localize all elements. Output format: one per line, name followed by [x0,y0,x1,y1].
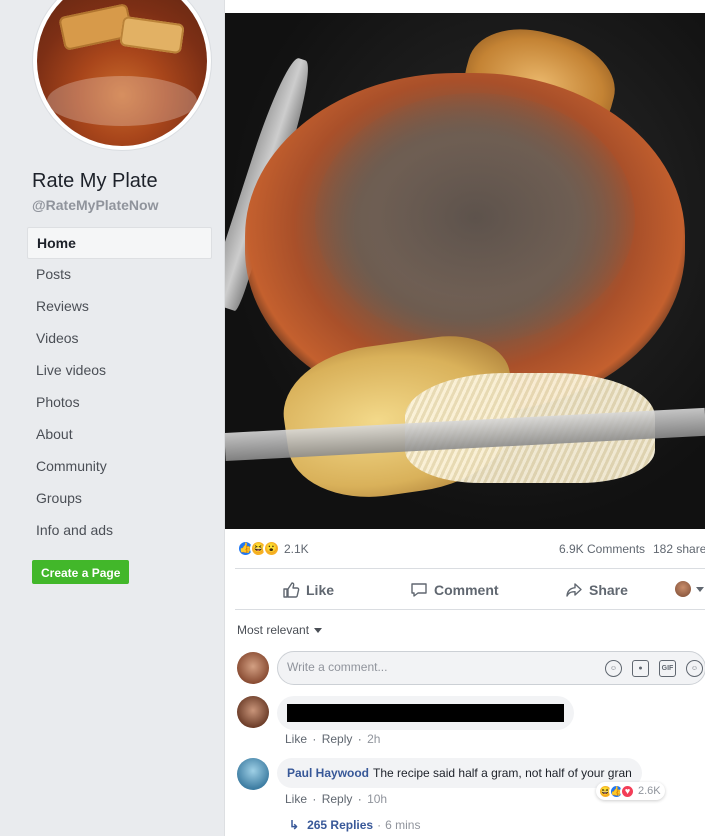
nav-item-reviews[interactable]: Reviews [27,291,212,323]
comment-input-box[interactable]: ☺ ● GIF ☺ [277,651,705,685]
reaction-count: 2.1K [284,541,309,556]
nav-item-posts[interactable]: Posts [27,259,212,291]
camera-icon[interactable]: ● [632,660,649,677]
profile-photo [37,0,207,146]
share-button[interactable]: Share [565,581,628,599]
comment-reply-link[interactable]: Reply [322,732,353,746]
shares-count[interactable]: 182 share [653,542,705,556]
gif-icon[interactable]: GIF [659,660,676,677]
comment-bubble-icon [411,583,427,597]
post-stats: 👍 😆 😮 2.1K 6.9K Comments 182 share [225,538,705,560]
viewer-avatar [675,581,691,597]
wow-icon: 😮 [263,540,280,557]
nav-item-groups[interactable]: Groups [27,483,212,515]
post-action-bar: Like Comment Share [235,568,705,610]
comment-bubble [277,696,574,730]
comment-text: The recipe said half a gram, not half of… [373,766,632,780]
chevron-down-icon [696,586,704,592]
nav-item-photos[interactable]: Photos [27,387,212,419]
emoji-icon[interactable]: ☺ [605,660,622,677]
page-nav: Home Posts Reviews Videos Live videos Ph… [27,227,212,547]
nav-item-community[interactable]: Community [27,451,212,483]
comment-label: Comment [434,582,499,598]
post-card: 👍 😆 😮 2.1K 6.9K Comments 182 share Like … [224,0,705,836]
like-label: Like [306,582,335,598]
share-label: Share [589,582,628,598]
comment-reactions[interactable]: 😆 👍 ♥ 2.6K [596,782,665,800]
comment-timestamp[interactable]: 10h [367,792,387,806]
nav-item-about[interactable]: About [27,419,212,451]
page-name[interactable]: Rate My Plate [32,170,158,193]
thumbs-up-icon [283,582,300,598]
comment-input[interactable] [287,660,567,674]
viewer-avatar [237,652,269,684]
comment-reply-link[interactable]: Reply [322,792,353,806]
page-sidebar: Rate My Plate @RateMyPlateNow Home Posts… [0,0,223,836]
commenter-avatar[interactable] [237,696,269,728]
page-handle[interactable]: @RateMyPlateNow [32,197,158,213]
comment-sort-label: Most relevant [237,623,310,637]
create-page-button[interactable]: Create a Page [32,560,130,584]
redacted-text [287,704,564,722]
share-arrow-icon [566,583,582,597]
comment-timestamp[interactable]: 2h [367,732,380,746]
like-button[interactable]: Like [282,581,334,599]
comment-author[interactable]: Paul Haywood [287,766,369,780]
view-replies-link[interactable]: ↳ 265 Replies · 6 mins [289,818,420,832]
comment-bubble: Paul Haywood The recipe said half a gram,… [277,758,642,788]
comment-meta: Like · Reply · 2h [285,732,381,746]
post-photo[interactable] [225,13,705,529]
comment-button[interactable]: Comment [410,581,499,599]
nav-item-home[interactable]: Home [27,227,212,259]
reaction-as-selector[interactable] [675,581,704,597]
comment-like-link[interactable]: Like [285,732,307,746]
comment-composer: ☺ ● GIF ☺ [237,651,705,685]
page-profile-picture[interactable] [33,0,211,150]
chevron-down-icon [314,627,323,633]
comment-like-link[interactable]: Like [285,792,307,806]
replies-time: 6 mins [385,818,421,832]
commenter-avatar[interactable] [237,758,269,790]
comment-meta: Like · Reply · 10h [285,792,388,806]
comment-sort-dropdown[interactable]: Most relevant [237,623,323,637]
reply-arrow-icon: ↳ [289,818,300,832]
reaction-summary[interactable]: 👍 😆 😮 2.1K [237,540,309,557]
nav-item-info-and-ads[interactable]: Info and ads [27,515,212,547]
sticker-icon[interactable]: ☺ [686,660,703,677]
replies-count: 265 Replies [307,818,374,832]
nav-item-live-videos[interactable]: Live videos [27,355,212,387]
comments-count[interactable]: 6.9K Comments [559,542,645,556]
love-icon: ♥ [620,783,635,799]
nav-item-videos[interactable]: Videos [27,323,212,355]
comment-reaction-count: 2.6K [638,785,661,797]
